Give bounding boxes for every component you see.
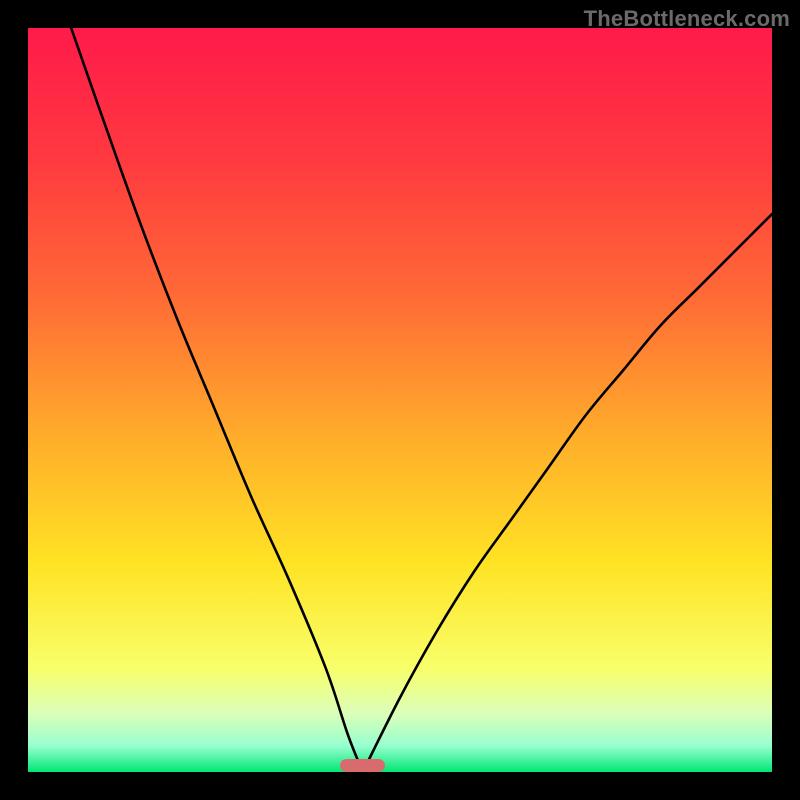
curve-left-branch bbox=[71, 28, 363, 772]
bottleneck-marker bbox=[340, 759, 385, 772]
plot-area bbox=[28, 28, 772, 772]
curve-right-branch bbox=[363, 214, 772, 772]
watermark-text: TheBottleneck.com bbox=[584, 6, 790, 32]
bottleneck-curve bbox=[28, 28, 772, 772]
chart-frame: TheBottleneck.com bbox=[0, 0, 800, 800]
